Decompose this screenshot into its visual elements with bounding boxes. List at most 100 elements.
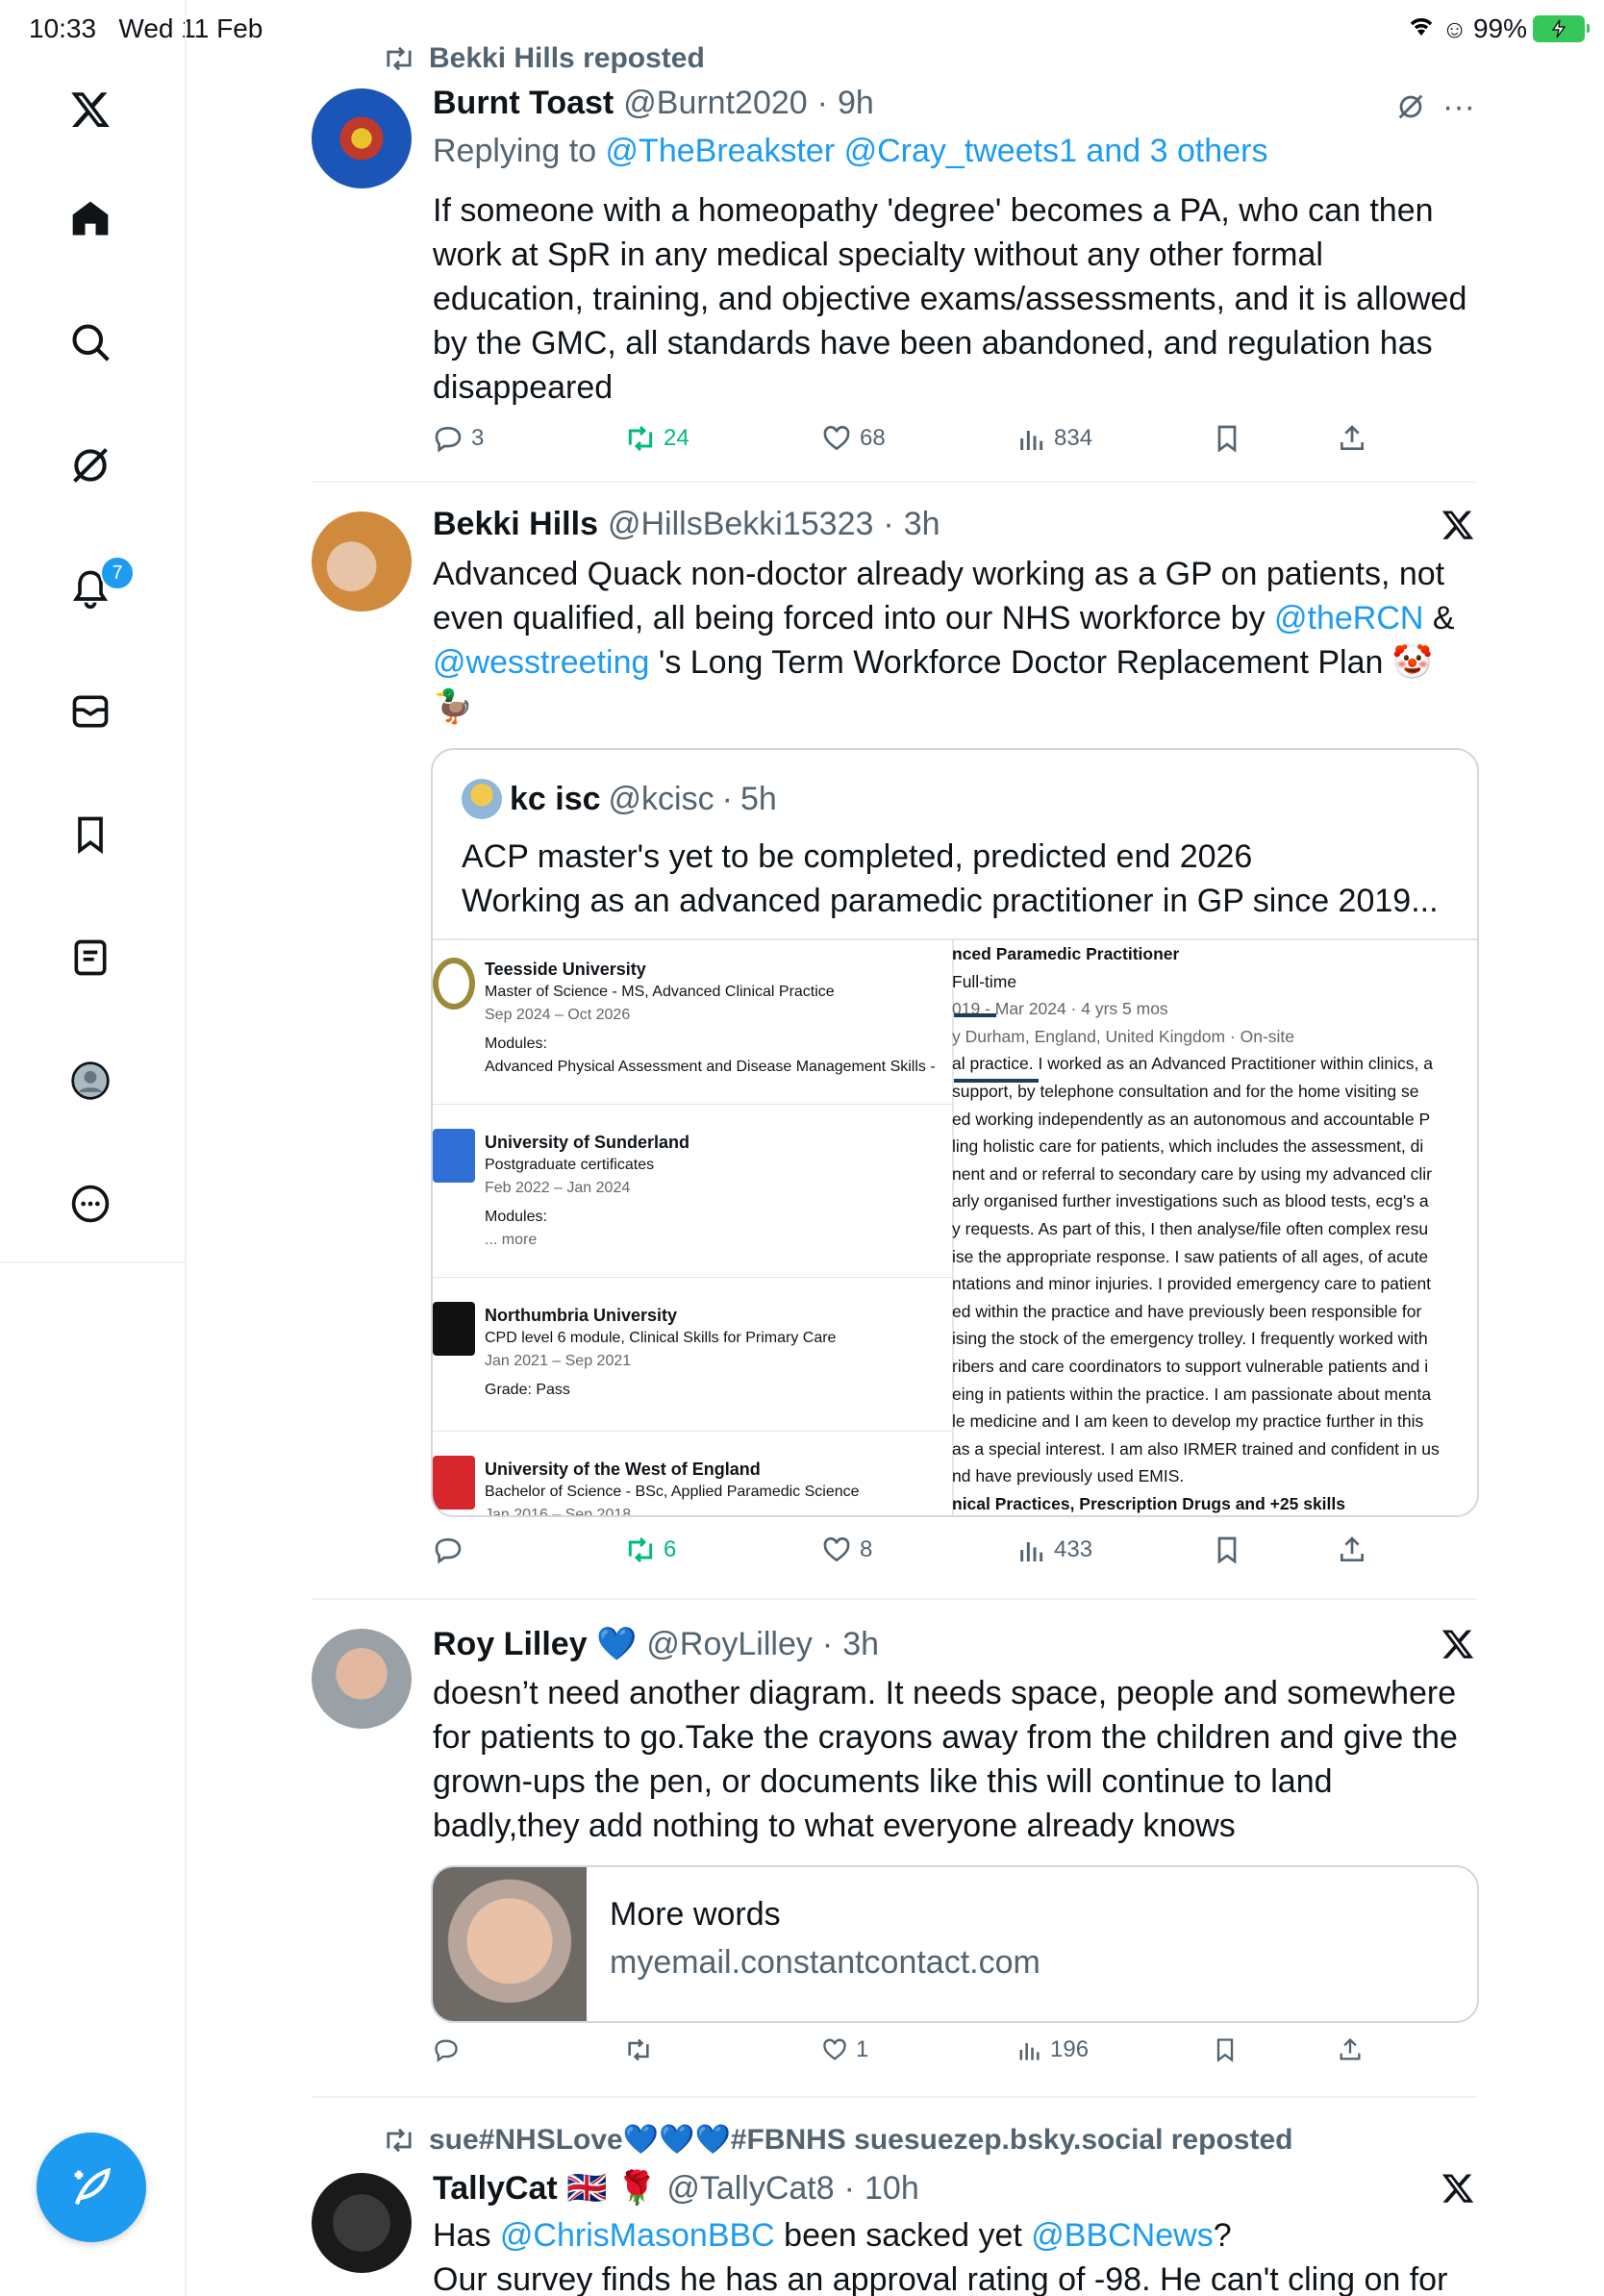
experience-line: ling holistic care for patients, which i… — [952, 1136, 1424, 1157]
experience-line: 019 - Mar 2024 · 4 yrs 5 mos — [952, 999, 1168, 1019]
reply-button[interactable] — [433, 2036, 467, 2063]
bookmark-button[interactable] — [1212, 1535, 1242, 1565]
battery-icon — [1533, 15, 1590, 42]
experience-panel: nced Paramedic Practitioner Full-time 019 … — [952, 940, 1440, 1515]
battery-percent: 99% — [1472, 13, 1527, 43]
quote-text: ACP master's yet to be completed, predic… — [462, 838, 1439, 919]
share-button[interactable] — [1337, 1535, 1367, 1565]
bookmark-button[interactable] — [1212, 423, 1242, 454]
avatar[interactable] — [312, 88, 412, 188]
bookmarks-icon[interactable] — [63, 808, 117, 861]
experience-line: le medicine and I am keen to develop my … — [952, 1411, 1424, 1432]
sidebar-divider — [0, 1261, 185, 1263]
lists-icon[interactable] — [63, 931, 117, 985]
views-button[interactable]: 196 — [1015, 2036, 1089, 2063]
tweet-time[interactable]: 10h — [865, 2170, 919, 2208]
grok-icon[interactable] — [1394, 90, 1427, 128]
northumbria-logo-icon — [433, 1302, 475, 1356]
status-icons: ☺ 99% — [1407, 13, 1590, 44]
tweet-header: Bekki Hills @HillsBekki15323 · 3h — [433, 506, 940, 543]
tweet-header: Burnt Toast @Burnt2020 · 9h — [433, 85, 874, 122]
experience-line: al practice. I worked as an Advanced Pra… — [952, 1054, 1433, 1074]
like-button[interactable]: 1 — [821, 2036, 868, 2063]
share-button[interactable] — [1337, 2036, 1364, 2063]
x-logo-icon[interactable] — [63, 83, 117, 137]
compose-post-button[interactable] — [37, 2133, 146, 2242]
teesside-logo-icon — [433, 958, 475, 1010]
mention-link[interactable]: @wesstreeting — [433, 644, 649, 681]
education-entry: Northumbria University CPD level 6 modul… — [485, 1306, 837, 1398]
tweet-time[interactable]: 9h — [838, 85, 874, 122]
author-name[interactable]: Bekki Hills — [433, 506, 598, 543]
more-options-icon[interactable]: ··· — [1442, 88, 1475, 126]
repost-button[interactable] — [625, 2036, 660, 2063]
share-icon — [1341, 1536, 1364, 1561]
search-icon[interactable] — [63, 315, 117, 369]
share-button[interactable] — [1337, 423, 1367, 454]
sunderland-logo-icon — [433, 1129, 475, 1183]
grok-icon[interactable] — [63, 438, 117, 492]
experience-line: ising the stock of the emergency trolley… — [952, 1329, 1428, 1349]
repost-indicator: sue#NHSLove💙💙💙#FBNHS suesuezep.bsky.soci… — [383, 2123, 1292, 2157]
experience-line: arly organised further investigations su… — [952, 1191, 1429, 1211]
tweet-time[interactable]: 3h — [904, 506, 940, 543]
heart-icon — [823, 425, 850, 451]
more-icon[interactable] — [63, 1177, 117, 1231]
repost-button[interactable]: 24 — [625, 423, 689, 454]
experience-line: ribers and care coordinators to support … — [952, 1356, 1429, 1376]
author-handle[interactable]: @RoyLilley — [646, 1626, 812, 1663]
share-icon — [1341, 425, 1364, 450]
sidebar-nav: 7 — [0, 0, 187, 2296]
experience-line: nced Paramedic Practitioner — [952, 944, 1180, 963]
experience-line: nical Practices, Prescription Drugs and … — [952, 1493, 1346, 1513]
mention-link[interactable]: @ChrisMasonBBC — [500, 2217, 775, 2254]
tweet-header: TallyCat 🇬🇧 🌹 @TallyCat8 · 10h — [433, 2169, 919, 2208]
wifi-icon — [1407, 13, 1436, 44]
reply-button[interactable]: 3 — [433, 423, 484, 454]
views-button[interactable]: 433 — [1015, 1535, 1092, 1565]
tweet-text: Advanced Quack non-doctor already workin… — [433, 556, 1455, 725]
x-logo-icon[interactable] — [1441, 508, 1475, 547]
repost-button[interactable]: 6 — [625, 1535, 676, 1565]
share-icon — [1340, 2037, 1361, 2060]
author-name[interactable]: Burnt Toast — [433, 85, 614, 122]
avatar[interactable] — [312, 2173, 412, 2273]
tweet-header: Roy Lilley 💙 @RoyLilley · 3h — [433, 1625, 880, 1663]
author-name[interactable]: Roy Lilley 💙 — [433, 1625, 637, 1663]
bookmark-button[interactable] — [1212, 2036, 1239, 2063]
avatar[interactable] — [312, 512, 412, 611]
tweet-time[interactable]: 3h — [842, 1626, 879, 1663]
repost-icon — [387, 2128, 412, 2152]
tweet-actions: 1 196 — [433, 2036, 1452, 2075]
tweet-divider — [312, 1598, 1477, 1600]
avatar[interactable] — [312, 1629, 412, 1729]
mention-link[interactable]: @theRCN — [1274, 600, 1423, 636]
reply-button[interactable] — [433, 1535, 471, 1565]
author-handle[interactable]: @HillsBekki15323 — [608, 506, 873, 543]
uwe-logo-icon — [433, 1456, 475, 1510]
messages-icon[interactable] — [63, 685, 117, 738]
repost-indicator: Bekki Hills reposted — [383, 42, 705, 75]
views-button[interactable]: 834 — [1015, 423, 1092, 454]
x-logo-icon[interactable] — [1441, 2171, 1475, 2210]
profile-avatar-icon[interactable] — [63, 1054, 117, 1108]
home-icon[interactable] — [63, 192, 117, 246]
like-button[interactable]: 68 — [821, 423, 886, 454]
author-name[interactable]: TallyCat 🇬🇧 🌹 — [433, 2169, 657, 2208]
author-handle[interactable]: @Burnt2020 — [623, 85, 807, 122]
education-entry: University of the West of England Bachel… — [485, 1460, 860, 1517]
like-button[interactable]: 8 — [821, 1535, 872, 1565]
tweet-divider — [312, 481, 1477, 483]
quote-screenshot-image[interactable]: Teesside University Master of Science - … — [433, 938, 1477, 1517]
repost-icon — [628, 2038, 649, 2061]
author-handle[interactable]: @TallyCat8 — [666, 2170, 834, 2208]
link-thumbnail-image — [433, 1867, 587, 2021]
quoted-tweet-card[interactable]: kc isc @kcisc · 5h ACP master's yet to b… — [431, 748, 1479, 1517]
tweet-divider — [312, 2096, 1477, 2098]
x-logo-icon[interactable] — [1441, 1627, 1475, 1666]
repost-icon — [628, 1536, 653, 1563]
mention-link[interactable]: @BBCNews — [1031, 2217, 1213, 2254]
link-preview-card[interactable]: More words myemail.constantcontact.com — [431, 1865, 1479, 2023]
experience-line: ed working independently as an autonomou… — [952, 1109, 1431, 1129]
education-entry: Teesside University Master of Science - … — [485, 960, 936, 1075]
